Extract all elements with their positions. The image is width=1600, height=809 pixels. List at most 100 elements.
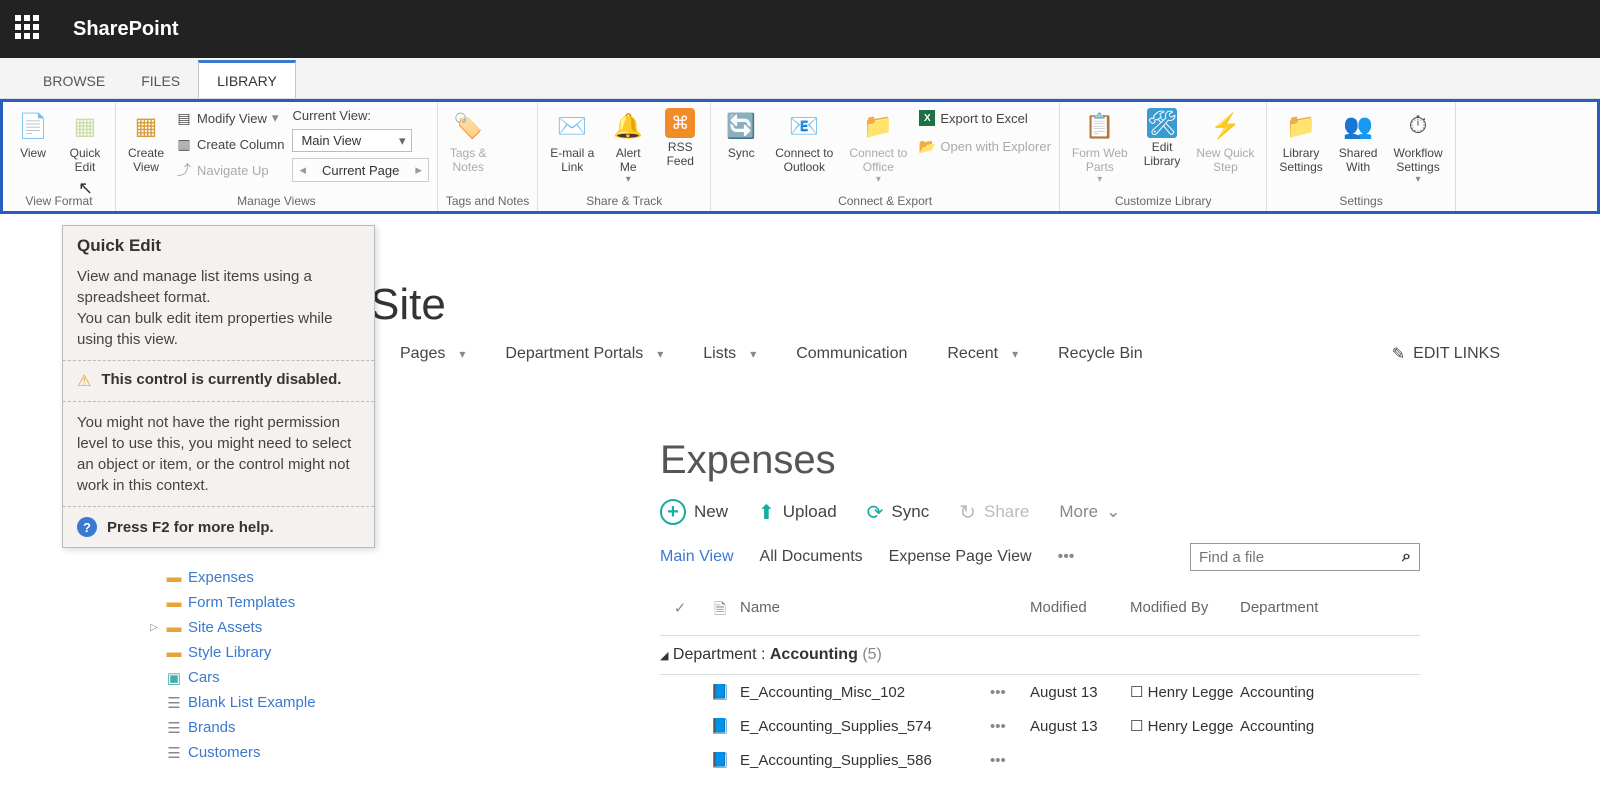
grid-icon: ▦ bbox=[67, 108, 103, 144]
upload-icon: ⬆ bbox=[758, 500, 775, 525]
table-row[interactable]: 📘 E_Accounting_Supplies_586 ••• bbox=[660, 743, 1420, 777]
new-quick-step-button[interactable]: ⚡New Quick Step bbox=[1192, 106, 1258, 187]
more-button[interactable]: More⌄ bbox=[1059, 502, 1120, 522]
word-doc-icon: 📘 bbox=[711, 684, 730, 701]
shared-with-button[interactable]: 👥Shared With bbox=[1335, 106, 1382, 187]
nav-recent[interactable]: Recent▾ bbox=[947, 345, 1018, 363]
chevron-down-icon: ⌄ bbox=[1106, 502, 1120, 522]
sync-action-button[interactable]: ⟳Sync bbox=[867, 500, 930, 525]
library-settings-button[interactable]: 📁Library Settings bbox=[1275, 106, 1326, 187]
page-title: Expenses bbox=[660, 438, 1420, 483]
nav-item-site-assets[interactable]: ▷▬Site Assets bbox=[150, 615, 400, 640]
app-title: SharePoint bbox=[73, 18, 179, 41]
nav-item-style-library[interactable]: ▬Style Library bbox=[150, 640, 400, 665]
current-view-select[interactable]: Main View bbox=[292, 129, 412, 152]
tab-library[interactable]: LIBRARY bbox=[198, 60, 296, 98]
file-name[interactable]: E_Accounting_Misc_102 bbox=[740, 684, 990, 701]
connect-outlook-button[interactable]: 📧Connect to Outlook bbox=[771, 106, 837, 187]
expand-icon[interactable]: ▷ bbox=[150, 622, 160, 633]
connect-office-button[interactable]: 📁Connect to Office▾ bbox=[845, 106, 911, 187]
modified-by-value: ☐ Henry Legge bbox=[1130, 683, 1240, 701]
col-modified[interactable]: Modified bbox=[1030, 599, 1130, 624]
file-name[interactable]: E_Accounting_Supplies_586 bbox=[740, 752, 990, 769]
view-main[interactable]: Main View bbox=[660, 548, 734, 566]
nav-item-expenses[interactable]: ▬Expenses bbox=[150, 565, 400, 590]
main-content: Expenses +New ⬆Upload ⟳Sync ↻Share More⌄… bbox=[660, 438, 1420, 777]
form-icon: 📋 bbox=[1082, 108, 1118, 144]
warning-icon: ⚠ bbox=[77, 371, 91, 391]
list-icon: ☰ bbox=[166, 746, 182, 760]
file-name[interactable]: E_Accounting_Supplies_574 bbox=[740, 718, 990, 735]
library-icon: ▬ bbox=[166, 646, 182, 660]
nav-item-customers[interactable]: ☰Customers bbox=[150, 740, 400, 765]
group-header[interactable]: ◢ Department : Accounting (5) bbox=[660, 635, 1420, 675]
export-excel-button[interactable]: XExport to Excel bbox=[919, 108, 1051, 128]
lightning-icon: ⚡ bbox=[1207, 108, 1243, 144]
library-icon: ▬ bbox=[166, 621, 182, 635]
nav-pages[interactable]: Pages▾ bbox=[400, 345, 465, 363]
nav-item-blank-list[interactable]: ☰Blank List Example bbox=[150, 690, 400, 715]
nav-lists[interactable]: Lists▾ bbox=[703, 345, 756, 363]
alert-me-button[interactable]: 🔔Alert Me▾ bbox=[606, 106, 650, 187]
tags-notes-button[interactable]: 🏷️Tags & Notes bbox=[446, 106, 491, 176]
upload-button[interactable]: ⬆Upload bbox=[758, 500, 837, 525]
share-icon: ↻ bbox=[959, 500, 976, 525]
row-menu-button[interactable]: ••• bbox=[990, 684, 1030, 701]
create-column-button[interactable]: ▥Create Column bbox=[176, 134, 284, 154]
tab-files[interactable]: FILES bbox=[123, 63, 198, 98]
app-launcher-icon[interactable] bbox=[15, 15, 43, 43]
search-input[interactable] bbox=[1199, 549, 1402, 566]
row-menu-button[interactable]: ••• bbox=[990, 752, 1030, 769]
collapse-icon[interactable]: ◢ bbox=[660, 650, 668, 662]
rss-feed-button[interactable]: ⌘RSS Feed bbox=[658, 106, 702, 187]
new-button[interactable]: +New bbox=[660, 499, 728, 525]
office-icon: 📁 bbox=[860, 108, 896, 144]
sync-icon: 🔄 bbox=[723, 108, 759, 144]
quick-edit-button[interactable]: ▦Quick Edit bbox=[63, 106, 107, 176]
ribbon-group-manage-views: ▦Create View ▤Modify View ▾ ▥Create Colu… bbox=[116, 102, 438, 211]
search-icon[interactable]: ⌕ bbox=[1402, 548, 1411, 566]
navigate-up-button[interactable]: ⤴Navigate Up bbox=[176, 160, 284, 180]
create-view-button[interactable]: ▦Create View bbox=[124, 106, 168, 182]
row-menu-button[interactable]: ••• bbox=[990, 718, 1030, 735]
form-web-parts-button[interactable]: 📋Form Web Parts▾ bbox=[1068, 106, 1132, 187]
tab-browse[interactable]: BROWSE bbox=[25, 63, 123, 98]
word-doc-icon: 📘 bbox=[711, 752, 730, 769]
col-name[interactable]: Name bbox=[740, 599, 990, 624]
nav-item-cars[interactable]: ▣Cars bbox=[150, 665, 400, 690]
nav-recycle-bin[interactable]: Recycle Bin bbox=[1058, 345, 1142, 363]
select-all-check[interactable]: ✓ bbox=[660, 599, 700, 624]
type-column-icon[interactable]: 🗎 bbox=[700, 599, 740, 624]
quick-edit-tooltip: Quick Edit View and manage list items us… bbox=[62, 225, 375, 548]
envelope-icon: ✉️ bbox=[554, 108, 590, 144]
page-nav[interactable]: ◂Current Page▸ bbox=[292, 158, 428, 182]
col-department[interactable]: Department bbox=[1240, 599, 1360, 624]
share-button: ↻Share bbox=[959, 500, 1029, 525]
nav-dept-portals[interactable]: Department Portals▾ bbox=[505, 345, 663, 363]
ribbon: 📄View ▦Quick Edit View Format ▦Create Vi… bbox=[0, 99, 1600, 214]
table-row[interactable]: 📘 E_Accounting_Supplies_574 ••• August 1… bbox=[660, 709, 1420, 743]
workflow-settings-button[interactable]: ⏱Workflow Settings▾ bbox=[1389, 106, 1446, 187]
email-link-button[interactable]: ✉️E-mail a Link bbox=[546, 106, 598, 187]
folder-gear-icon: 📁 bbox=[1283, 108, 1319, 144]
table-row[interactable]: 📘 E_Accounting_Misc_102 ••• August 13 ☐ … bbox=[660, 675, 1420, 709]
view-all-documents[interactable]: All Documents bbox=[760, 548, 863, 566]
list-icon: ☰ bbox=[166, 696, 182, 710]
open-explorer-button[interactable]: 📂Open with Explorer bbox=[919, 136, 1051, 156]
more-views-button[interactable]: ••• bbox=[1058, 548, 1075, 566]
top-bar: SharePoint bbox=[0, 0, 1600, 58]
edit-library-button[interactable]: 🛠Edit Library bbox=[1140, 106, 1185, 187]
modify-view-button[interactable]: ▤Modify View ▾ bbox=[176, 108, 284, 128]
view-expense-page[interactable]: Expense Page View bbox=[889, 548, 1032, 566]
search-box[interactable]: ⌕ bbox=[1190, 543, 1420, 571]
nav-communication[interactable]: Communication bbox=[796, 345, 907, 363]
sync-button[interactable]: 🔄Sync bbox=[719, 106, 763, 187]
nav-item-brands[interactable]: ☰Brands bbox=[150, 715, 400, 740]
col-modified-by[interactable]: Modified By bbox=[1130, 599, 1240, 624]
edit-links-button[interactable]: ✎EDIT LINKS bbox=[1392, 344, 1500, 364]
view-button[interactable]: 📄View bbox=[11, 106, 55, 176]
view-icon: 📄 bbox=[15, 108, 51, 144]
rss-icon: ⌘ bbox=[665, 108, 695, 138]
modified-value: August 13 bbox=[1030, 684, 1130, 701]
nav-item-form-templates[interactable]: ▬Form Templates bbox=[150, 590, 400, 615]
